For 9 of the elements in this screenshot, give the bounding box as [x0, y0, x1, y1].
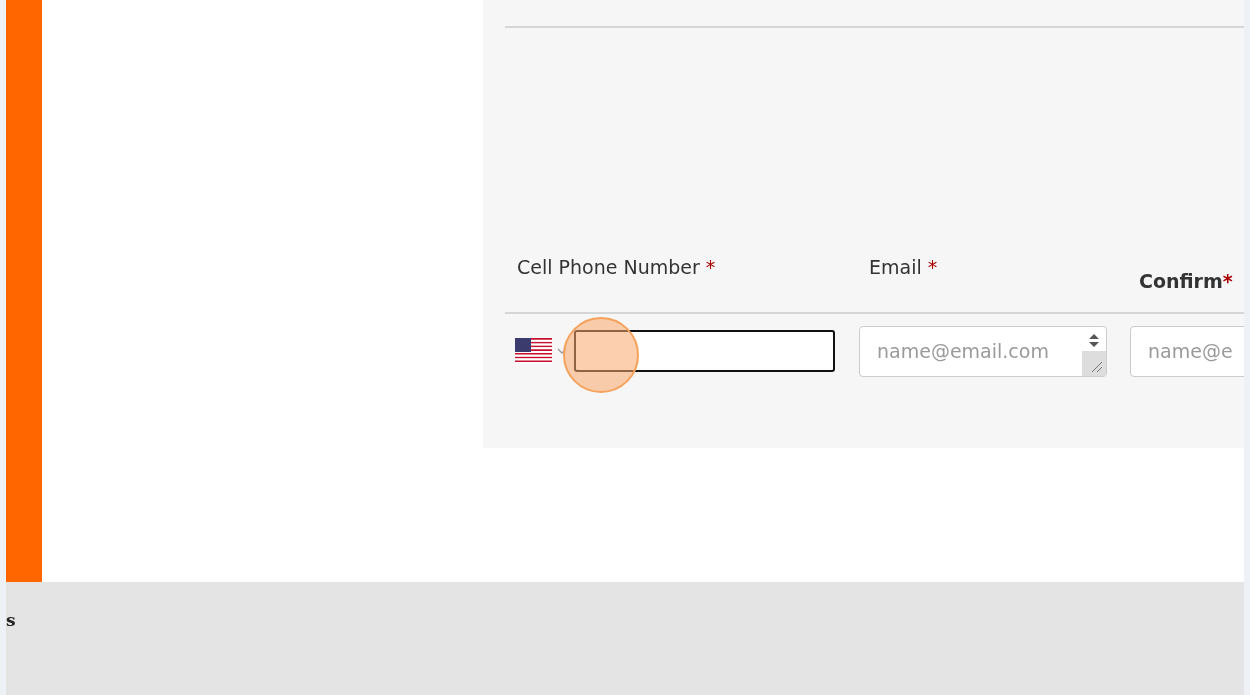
field-label: Cell Phone Number * [516, 256, 717, 280]
field-label: Confirm* [1139, 270, 1234, 294]
field-label: Email * [869, 256, 939, 280]
flag-icon[interactable] [515, 338, 552, 364]
email-input[interactable]: name@email.com [859, 325, 1107, 377]
footer-text: s [6, 610, 16, 630]
caret-icon[interactable] [557, 347, 567, 355]
confirm-email-input[interactable]: name@e [1130, 325, 1244, 377]
phone-input[interactable] [574, 330, 835, 372]
